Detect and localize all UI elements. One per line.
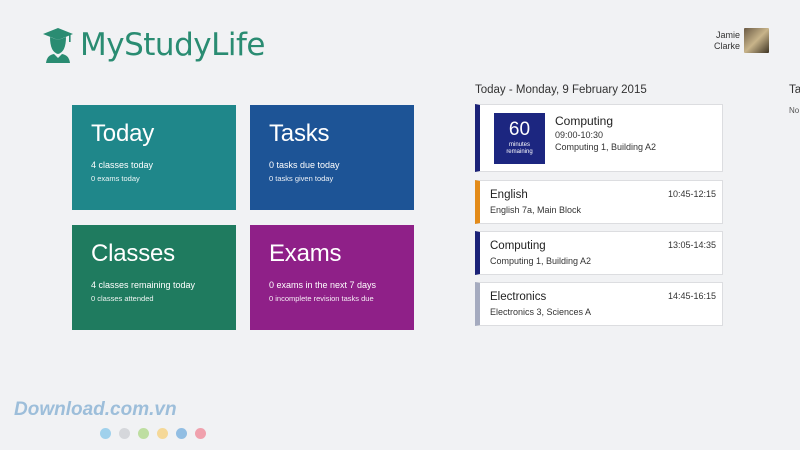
tile-classes-title: Classes bbox=[91, 240, 175, 267]
class-room: Electronics 3, Sciences A bbox=[490, 307, 592, 317]
tile-today-classes-count: 4 classes today bbox=[91, 160, 154, 170]
app-window: MyStudyLife Jamie Clarke Today 4 classes… bbox=[0, 0, 800, 450]
class-time: 10:45-12:15 bbox=[667, 189, 716, 199]
tile-exams-title: Exams bbox=[269, 240, 342, 267]
app-name: MyStudyLife bbox=[80, 27, 265, 63]
tile-exams-upcoming: 0 exams in the next 7 days bbox=[269, 280, 377, 290]
class-room: Computing 1, Building A2 bbox=[490, 256, 592, 266]
app-logo: MyStudyLife bbox=[42, 26, 265, 64]
tile-classes-remaining: 4 classes remaining today bbox=[91, 280, 196, 290]
schedule-heading: Today - Monday, 9 February 2015 bbox=[475, 84, 647, 96]
tile-tasks-title: Tasks bbox=[269, 120, 330, 147]
minutes-remaining-badge: 60 minutes remaining bbox=[494, 113, 545, 164]
tile-today-exams-count: 0 exams today bbox=[91, 174, 140, 183]
class-time: 13:05-14:35 bbox=[667, 240, 716, 250]
tile-classes[interactable]: Classes 4 classes remaining today 0 clas… bbox=[72, 225, 236, 330]
tile-classes-attended: 0 classes attended bbox=[91, 294, 154, 303]
class-room: English 7a, Main Block bbox=[490, 205, 582, 215]
user-name: Jamie Clarke bbox=[714, 30, 740, 52]
tile-tasks-given-count: 0 tasks given today bbox=[269, 174, 334, 183]
class-time: 14:45-16:15 bbox=[667, 291, 716, 301]
watermark-dots bbox=[100, 428, 214, 439]
tile-today-title: Today bbox=[91, 120, 155, 147]
tasks-column-heading: Ta bbox=[789, 84, 800, 96]
watermark-dot bbox=[100, 428, 111, 439]
tile-tasks-due-count: 0 tasks due today bbox=[269, 160, 340, 170]
graduation-cap-head-icon bbox=[43, 28, 73, 63]
user-profile[interactable]: Jamie Clarke bbox=[714, 28, 769, 53]
class-title: Computing bbox=[490, 240, 546, 252]
class-card-electronics[interactable]: Electronics Electronics 3, Sciences A 14… bbox=[475, 282, 723, 326]
tile-today[interactable]: Today 4 classes today 0 exams today bbox=[72, 105, 236, 210]
avatar[interactable] bbox=[744, 28, 769, 53]
tile-tasks[interactable]: Tasks 0 tasks due today 0 tasks given to… bbox=[250, 105, 414, 210]
current-class-title: Computing bbox=[555, 114, 614, 128]
minutes-label: minutes bbox=[508, 142, 530, 148]
watermark-dot bbox=[176, 428, 187, 439]
watermark-dot bbox=[119, 428, 130, 439]
tile-exams[interactable]: Exams 0 exams in the next 7 days 0 incom… bbox=[250, 225, 414, 330]
watermark-logo: Download.com.vn bbox=[14, 399, 177, 420]
current-class-card[interactable]: 60 minutes remaining Computing 09:00-10:… bbox=[475, 104, 723, 172]
watermark-dot bbox=[195, 428, 206, 439]
user-last-name: Clarke bbox=[713, 40, 740, 51]
current-class-time: 09:00-10:30 bbox=[555, 130, 604, 140]
tile-exams-revision: 0 incomplete revision tasks due bbox=[269, 294, 374, 303]
class-title: English bbox=[490, 189, 528, 201]
watermark-dot bbox=[138, 428, 149, 439]
remaining-label: remaining bbox=[506, 149, 533, 155]
watermark-dot bbox=[157, 428, 168, 439]
current-class-room: Computing 1, Building A2 bbox=[555, 142, 657, 152]
tasks-column-empty-text: No bbox=[789, 106, 800, 115]
minutes-remaining-value: 60 bbox=[508, 119, 531, 140]
class-card-computing[interactable]: Computing Computing 1, Building A2 13:05… bbox=[475, 231, 723, 275]
class-title: Electronics bbox=[490, 291, 547, 303]
class-card-english[interactable]: English English 7a, Main Block 10:45-12:… bbox=[475, 180, 723, 224]
user-first-name: Jamie bbox=[715, 29, 740, 40]
